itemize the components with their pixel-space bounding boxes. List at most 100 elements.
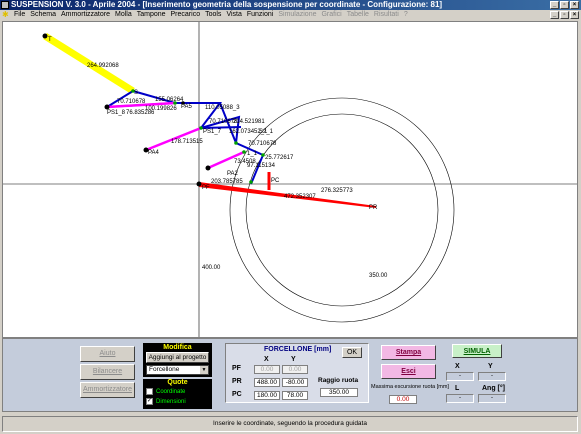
label-70a: 70.710678 xyxy=(117,99,146,105)
menu-schema[interactable]: Schema xyxy=(30,10,56,20)
menu-molla[interactable]: Molla xyxy=(115,10,132,20)
close-button[interactable]: × xyxy=(570,1,579,9)
x-result-label: X xyxy=(455,363,460,370)
menu-file[interactable]: File xyxy=(14,10,25,20)
window-title: SUSPENSION V. 3.0 - Aprile 2004 - [Inser… xyxy=(11,0,443,9)
menu-tabelle: Tabelle xyxy=(346,11,369,18)
label-472: 472.352307 xyxy=(284,194,316,200)
label-25: 25.772617 xyxy=(265,155,294,161)
label-pf: PF xyxy=(202,185,210,191)
esci-button[interactable]: Esci xyxy=(381,364,436,379)
label-pa2: PA2 xyxy=(227,171,239,177)
menu-ammortizzatore[interactable]: Ammortizzatore xyxy=(61,10,110,20)
label-pa5: PA5 xyxy=(181,104,193,110)
x-result-box: - xyxy=(446,372,474,381)
ang-result-label: Ang [°] xyxy=(482,385,506,392)
forcellone-box: FORCELLONE [mm] OK X Y PF 0.00 0.00 PR 4… xyxy=(225,343,369,403)
stampa-button[interactable]: Stampa xyxy=(381,345,436,360)
menu-tampone[interactable]: Tampone xyxy=(137,10,166,20)
app-icon[interactable] xyxy=(1,1,9,9)
escursione-input[interactable]: 0.00 xyxy=(389,395,417,404)
aggiungi-button[interactable]: Aggiungi al progetto xyxy=(146,352,209,363)
mdi-minimize-button[interactable]: _ xyxy=(550,11,559,19)
y-header: Y xyxy=(291,356,296,363)
coordinate-option[interactable]: Coordinate xyxy=(146,388,185,395)
pf-label: PF xyxy=(232,365,241,372)
pc-y-input[interactable]: 78.00 xyxy=(282,391,308,400)
ammortizzatore-button[interactable]: Ammortizzatore xyxy=(80,382,135,398)
forcellone-title: FORCELLONE [mm] xyxy=(264,346,332,353)
pr-x-input[interactable]: 488.00 xyxy=(254,378,280,387)
raggio-input[interactable]: 350.00 xyxy=(320,388,358,397)
dimensioni-checkbox[interactable]: ✓ xyxy=(146,398,153,405)
menu-help: ? xyxy=(403,11,408,18)
label-203: 203.785785 xyxy=(211,179,243,185)
label-s: S xyxy=(134,90,138,96)
label-350: 350.00 xyxy=(369,273,388,279)
menu-funzioni[interactable]: Funzioni xyxy=(247,10,273,20)
bilancere-button[interactable]: Bilancere xyxy=(80,364,135,380)
minimize-button[interactable]: _ xyxy=(550,1,559,9)
dimensioni-option[interactable]: ✓ Dimensioni xyxy=(146,398,186,405)
modifica-title: Modifica xyxy=(163,344,192,351)
label-400: 400.00 xyxy=(202,265,221,271)
label-pa4: PA4 xyxy=(148,150,160,156)
label-yellow-length: 264.992068 xyxy=(87,63,119,69)
pr-label: PR xyxy=(232,378,242,385)
label-155: 155.06264 xyxy=(155,97,184,103)
escursione-label: Massima escursione ruota [mm] xyxy=(371,384,449,390)
status-bar: Inserire le coordinate, seguendo la proc… xyxy=(2,416,578,432)
label-pr: PR xyxy=(369,205,378,211)
component-select[interactable]: Forcellone ▼ xyxy=(146,365,209,375)
label-97: 97.115134 xyxy=(247,163,276,169)
geometry-drawing: T 264.992068 S 70.710678 155.06264 PS1_8… xyxy=(3,22,577,337)
menu-precarico[interactable]: Precarico xyxy=(171,10,201,20)
menu-bar: ✱ File Schema Ammortizzatore Molla Tampo… xyxy=(0,10,581,20)
label-214: 214.521981 xyxy=(233,119,265,125)
pf-x-input[interactable]: 0.00 xyxy=(254,365,280,374)
pc-x-input[interactable]: 180.00 xyxy=(254,391,280,400)
mdi-close-button[interactable]: × xyxy=(570,11,579,19)
chevron-down-icon[interactable]: ▼ xyxy=(200,366,208,374)
coordinate-checkbox[interactable] xyxy=(146,388,153,395)
label-110: 110.05088_3 xyxy=(205,105,240,111)
control-panel: Aiuto Bilancere Ammortizzatore Modifica … xyxy=(2,338,578,412)
label-1: 1_1 xyxy=(247,151,258,157)
label-ps1: PS1_8 xyxy=(107,110,126,116)
quote-box: Quote Coordinate ✓ Dimensioni xyxy=(143,379,212,409)
simula-button[interactable]: SIMULA xyxy=(452,344,502,358)
aiuto-button[interactable]: Aiuto xyxy=(80,346,135,362)
y-result-label: Y xyxy=(488,363,493,370)
label-t: T xyxy=(48,37,52,43)
label-276: 276.325773 xyxy=(321,188,353,194)
y-result-box: - xyxy=(478,372,506,381)
ang-result-box: - xyxy=(478,394,506,403)
pf-y-input[interactable]: 0.00 xyxy=(282,365,308,374)
label-178: 178.713515 xyxy=(171,139,203,145)
geometry-canvas[interactable]: T 264.992068 S 70.710678 155.06264 PS1_8… xyxy=(2,21,578,338)
maximize-button[interactable]: ▫ xyxy=(560,1,569,9)
quote-title: Quote xyxy=(167,379,188,386)
menu-vista[interactable]: Vista xyxy=(226,10,241,20)
label-70c: 70.710678 xyxy=(248,141,277,147)
x-header: X xyxy=(264,356,269,363)
menu-tools[interactable]: Tools xyxy=(205,10,221,20)
title-bar: SUSPENSION V. 3.0 - Aprile 2004 - [Inser… xyxy=(0,0,581,10)
menu-simulazione: Simulazione xyxy=(278,11,317,18)
dimensioni-label: Dimensioni xyxy=(156,398,186,405)
component-select-value: Forcellone xyxy=(149,366,180,373)
raggio-label: Raggio ruota xyxy=(318,377,359,384)
label-ps1b: PS1_7 xyxy=(203,129,222,135)
mdi-maximize-button[interactable]: ▫ xyxy=(560,11,569,19)
coordinate-label: Coordinate xyxy=(156,388,186,395)
label-s2: S2_1 xyxy=(259,129,274,135)
label-pc: PC xyxy=(271,178,280,184)
menu-grafici: Grafici xyxy=(321,11,342,18)
l-result-label: L xyxy=(455,385,460,392)
document-icon[interactable]: ✱ xyxy=(2,11,10,19)
pc-label: PC xyxy=(232,391,242,398)
label-100: 100.199826 xyxy=(145,106,177,112)
modifica-box: Modifica Aggiungi al progetto Forcellone… xyxy=(143,343,212,377)
ok-button[interactable]: OK xyxy=(342,347,362,358)
pr-y-input[interactable]: -80.00 xyxy=(282,378,308,387)
